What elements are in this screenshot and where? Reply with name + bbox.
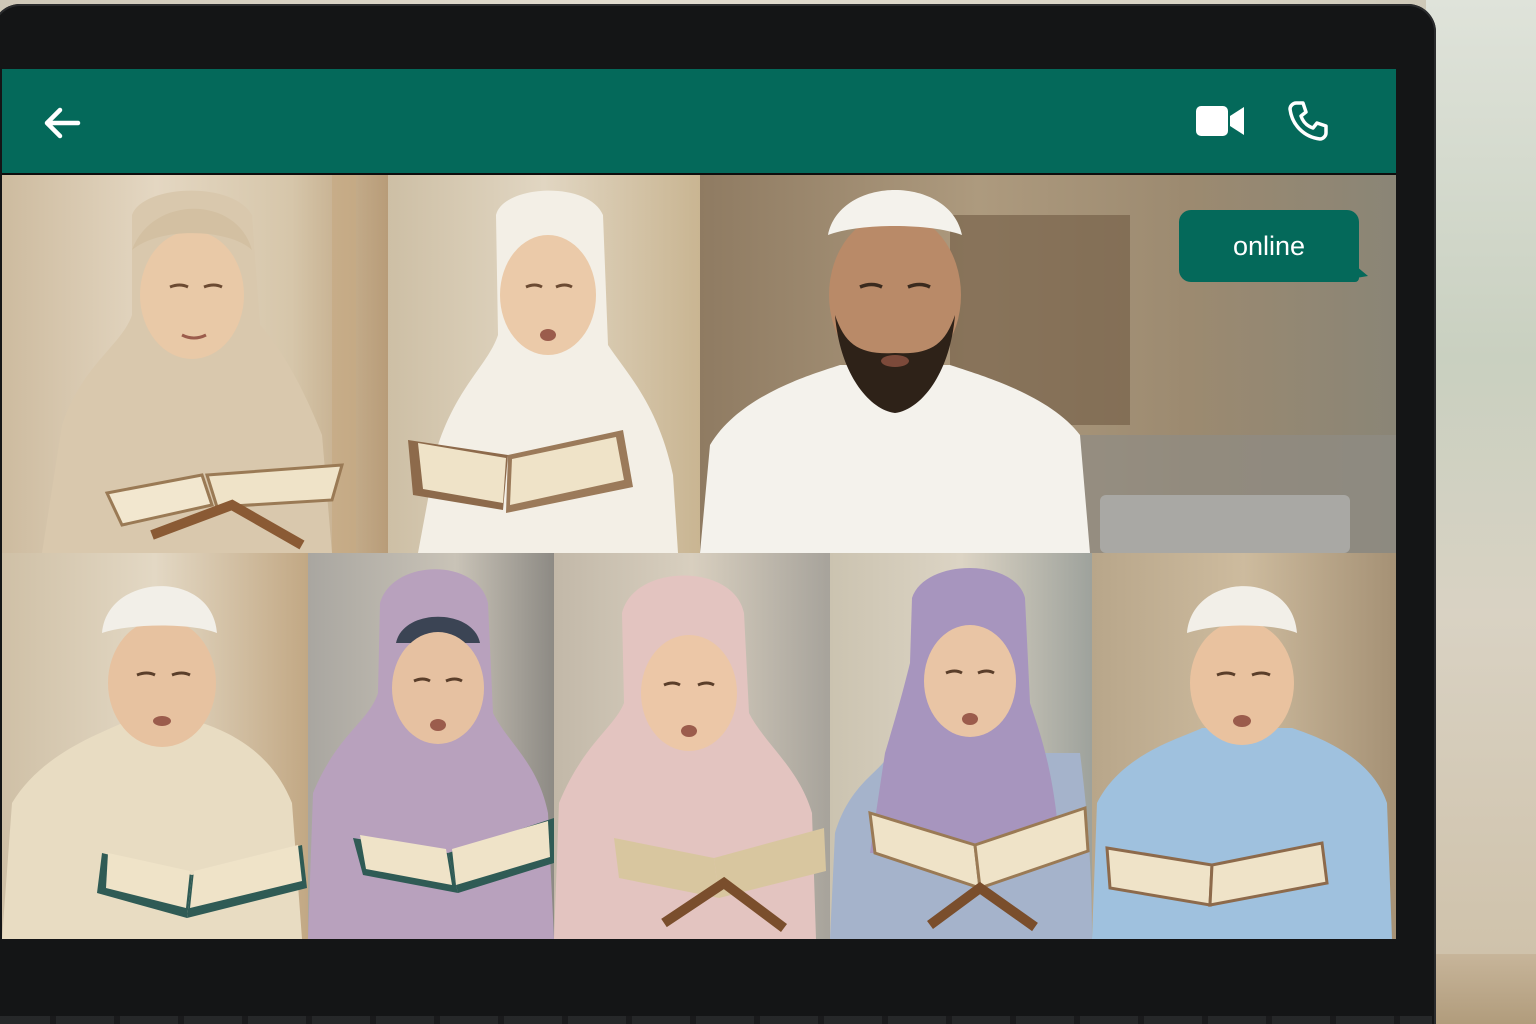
student-video-feed	[308, 569, 554, 939]
participant-tile-student-7[interactable]	[1092, 553, 1396, 939]
phone-icon	[1288, 101, 1328, 141]
laptop: online	[0, 4, 1436, 1024]
student-video-feed	[42, 175, 356, 553]
student-video-feed	[1092, 586, 1392, 939]
participant-tile-student-5[interactable]	[554, 553, 830, 939]
participant-tile-student-2[interactable]	[388, 175, 700, 553]
student-video-feed	[830, 568, 1092, 939]
participant-tile-student-6[interactable]	[830, 553, 1092, 939]
video-call-screen: online	[2, 69, 1396, 939]
student-video-feed	[554, 575, 826, 939]
video-call-button[interactable]	[1194, 103, 1246, 139]
background-window	[1426, 0, 1536, 1024]
student-video-feed	[408, 190, 678, 553]
participant-tile-student-1[interactable]	[2, 175, 388, 553]
student-video-feed	[2, 586, 307, 939]
voice-call-button[interactable]	[1286, 99, 1330, 143]
participant-tile-student-3[interactable]	[2, 553, 308, 939]
video-camera-icon	[1196, 106, 1244, 136]
arrow-left-icon	[44, 107, 81, 139]
online-status-badge: online	[1179, 210, 1368, 282]
keyboard-edge	[0, 1016, 1432, 1024]
badge-tail	[1356, 266, 1368, 278]
online-status-label: online	[1232, 230, 1306, 261]
back-button[interactable]	[40, 101, 84, 145]
call-header	[2, 69, 1396, 173]
participant-tile-student-4[interactable]	[308, 553, 554, 939]
